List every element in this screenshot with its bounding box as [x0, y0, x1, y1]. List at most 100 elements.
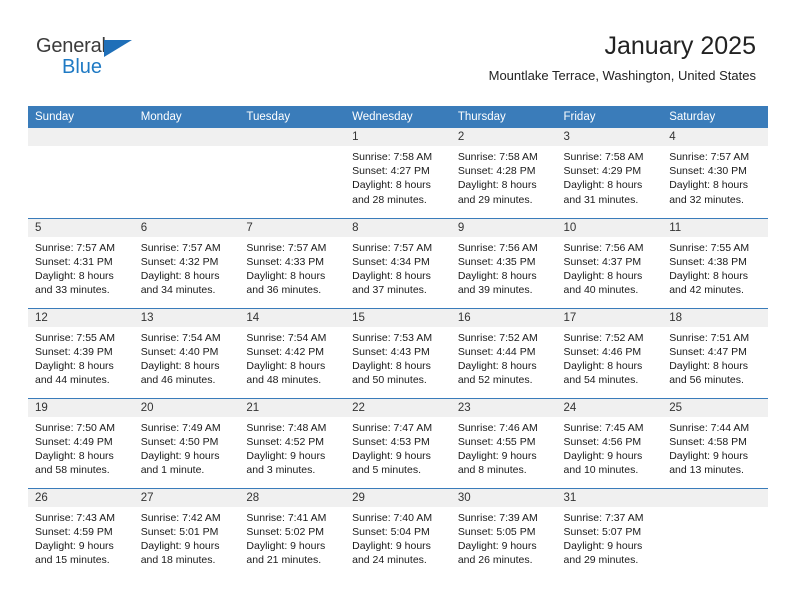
calendar-header-row: Sunday Monday Tuesday Wednesday Thursday…	[28, 106, 768, 128]
day-detail	[239, 146, 345, 150]
daylight-line-1: Daylight: 9 hours	[246, 539, 326, 552]
sunset-time: Sunset: 4:35 PM	[457, 255, 536, 268]
calendar-day-cell[interactable]: 14 Sunrise: 7:54 AM Sunset: 4:42 PM Dayligh…	[239, 307, 346, 398]
day-number: 27	[133, 488, 240, 507]
page-header: General Blue January 2025 Mountlake Terr…	[0, 0, 792, 83]
calendar-page: General Blue January 2025 Mountlake Terr…	[0, 0, 792, 612]
daylight-line-2: and 24 minutes.	[352, 554, 427, 567]
calendar-day-cell-empty	[662, 487, 768, 578]
daylight-line-1: Daylight: 8 hours	[669, 179, 749, 192]
calendar-day-cell[interactable]: 6 Sunrise: 7:57 AM Sunset: 4:32 PM Daylight…	[133, 217, 240, 308]
sunset-time: Sunset: 4:59 PM	[35, 525, 113, 538]
calendar-day-cell[interactable]: 17 Sunrise: 7:52 AM Sunset: 4:46 PM Dayligh…	[556, 307, 663, 398]
calendar-day-cell[interactable]: 26 Sunrise: 7:43 AM Sunset: 4:59 PM Dayligh…	[28, 487, 134, 578]
day-number: 4	[662, 128, 768, 146]
sunrise-time: Sunrise: 7:49 AM	[140, 421, 221, 434]
day-number: 13	[133, 308, 240, 327]
day-detail: Sunrise: 7:56 AM Sunset: 4:35 PM Daylight:…	[451, 237, 557, 298]
calendar-week-row: 12 Sunrise: 7:55 AM Sunset: 4:39 PM Dayligh…	[28, 307, 768, 398]
daylight-line-2: and 58 minutes.	[35, 464, 110, 477]
calendar-day-cell[interactable]: 10 Sunrise: 7:56 AM Sunset: 4:37 PM Dayligh…	[556, 217, 663, 308]
calendar-day-cell[interactable]: 5 Sunrise: 7:57 AM Sunset: 4:31 PM Daylight…	[28, 217, 134, 308]
weekday-header-friday: Friday	[556, 106, 663, 128]
calendar-day-cell[interactable]: 11 Sunrise: 7:55 AM Sunset: 4:38 PM Dayligh…	[662, 217, 768, 308]
calendar-day-cell-empty	[133, 128, 240, 218]
weekday-header-saturday: Saturday	[662, 106, 768, 128]
sunrise-time: Sunrise: 7:53 AM	[352, 331, 433, 344]
calendar-day-cell[interactable]: 13 Sunrise: 7:54 AM Sunset: 4:40 PM Dayligh…	[133, 307, 240, 398]
calendar-day-cell[interactable]: 19 Sunrise: 7:50 AM Sunset: 4:49 PM Dayligh…	[28, 397, 134, 488]
sunrise-time: Sunrise: 7:55 AM	[669, 241, 750, 254]
sunset-time: Sunset: 4:31 PM	[35, 255, 113, 268]
sunrise-time: Sunrise: 7:45 AM	[563, 421, 644, 434]
sunset-time: Sunset: 4:46 PM	[563, 345, 642, 358]
daylight-line-1: Daylight: 8 hours	[457, 359, 537, 372]
day-number: 31	[556, 488, 663, 507]
calendar-day-cell[interactable]: 28 Sunrise: 7:41 AM Sunset: 5:02 PM Dayligh…	[239, 487, 346, 578]
daylight-line-1: Daylight: 9 hours	[457, 449, 537, 462]
calendar-day-cell[interactable]: 31 Sunrise: 7:37 AM Sunset: 5:07 PM Dayligh…	[556, 487, 663, 578]
day-detail: Sunrise: 7:54 AM Sunset: 4:42 PM Daylight:…	[239, 327, 345, 388]
daylight-line-2: and 8 minutes.	[457, 464, 527, 477]
calendar-day-cell[interactable]: 23 Sunrise: 7:46 AM Sunset: 4:55 PM Dayligh…	[450, 397, 557, 488]
calendar-day-cell[interactable]: 8 Sunrise: 7:57 AM Sunset: 4:34 PM Daylight…	[345, 217, 451, 308]
day-number	[133, 128, 240, 146]
daylight-line-2: and 32 minutes.	[669, 193, 744, 206]
sunrise-time: Sunrise: 7:42 AM	[140, 511, 221, 524]
calendar-day-cell[interactable]: 12 Sunrise: 7:55 AM Sunset: 4:39 PM Dayligh…	[28, 307, 134, 398]
sunset-time: Sunset: 5:07 PM	[563, 525, 642, 538]
day-detail: Sunrise: 7:57 AM Sunset: 4:32 PM Daylight:…	[134, 237, 240, 298]
calendar-day-cell[interactable]: 20 Sunrise: 7:49 AM Sunset: 4:50 PM Dayligh…	[133, 397, 240, 488]
daylight-line-2: and 29 minutes.	[457, 193, 533, 206]
sunset-time: Sunset: 4:34 PM	[352, 255, 430, 268]
daylight-line-1: Daylight: 8 hours	[246, 269, 326, 282]
calendar-day-cell[interactable]: 7 Sunrise: 7:57 AM Sunset: 4:33 PM Daylight…	[239, 217, 346, 308]
calendar-day-cell[interactable]: 18 Sunrise: 7:51 AM Sunset: 4:47 PM Dayligh…	[662, 307, 768, 398]
calendar-day-cell[interactable]: 2 Sunrise: 7:58 AM Sunset: 4:28 PM Daylight…	[450, 128, 557, 218]
calendar-day-cell[interactable]: 1 Sunrise: 7:58 AM Sunset: 4:27 PM Daylight…	[345, 128, 451, 218]
daylight-line-1: Daylight: 8 hours	[457, 179, 537, 192]
calendar-day-cell[interactable]: 24 Sunrise: 7:45 AM Sunset: 4:56 PM Dayligh…	[556, 397, 663, 488]
day-number: 22	[345, 398, 451, 417]
day-number: 21	[239, 398, 346, 417]
calendar-week-row: 1 Sunrise: 7:58 AM Sunset: 4:27 PM Daylight…	[28, 128, 768, 218]
day-detail: Sunrise: 7:47 AM Sunset: 4:53 PM Daylight:…	[345, 417, 451, 478]
calendar-day-cell[interactable]: 22 Sunrise: 7:47 AM Sunset: 4:53 PM Dayligh…	[345, 397, 451, 488]
sunset-time: Sunset: 5:01 PM	[140, 525, 219, 538]
sunset-time: Sunset: 4:42 PM	[246, 345, 325, 358]
sunset-time: Sunset: 4:37 PM	[563, 255, 642, 268]
day-number: 5	[28, 218, 134, 237]
calendar-day-cell[interactable]: 3 Sunrise: 7:58 AM Sunset: 4:29 PM Daylight…	[556, 128, 663, 218]
calendar-day-cell[interactable]: 27 Sunrise: 7:42 AM Sunset: 5:01 PM Dayligh…	[133, 487, 240, 578]
calendar-day-cell[interactable]: 16 Sunrise: 7:52 AM Sunset: 4:44 PM Dayligh…	[450, 307, 557, 398]
day-detail: Sunrise: 7:57 AM Sunset: 4:31 PM Daylight:…	[28, 237, 134, 298]
calendar-day-cell[interactable]: 9 Sunrise: 7:56 AM Sunset: 4:35 PM Daylight…	[450, 217, 557, 308]
daylight-line-2: and 42 minutes.	[669, 284, 744, 297]
day-detail: Sunrise: 7:49 AM Sunset: 4:50 PM Daylight:…	[134, 417, 240, 478]
day-detail: Sunrise: 7:50 AM Sunset: 4:49 PM Daylight:…	[28, 417, 134, 478]
calendar-day-cell[interactable]: 4 Sunrise: 7:57 AM Sunset: 4:30 PM Daylight…	[662, 128, 768, 218]
sunset-time: Sunset: 4:55 PM	[457, 435, 536, 448]
daylight-line-1: Daylight: 9 hours	[669, 449, 749, 462]
day-detail: Sunrise: 7:46 AM Sunset: 4:55 PM Daylight:…	[451, 417, 557, 478]
logo-text-blue: Blue	[62, 56, 103, 78]
calendar-day-cell[interactable]: 25 Sunrise: 7:44 AM Sunset: 4:58 PM Dayligh…	[662, 397, 768, 488]
day-detail: Sunrise: 7:58 AM Sunset: 4:28 PM Daylight:…	[451, 146, 557, 207]
sunset-time: Sunset: 4:32 PM	[140, 255, 219, 268]
day-detail: Sunrise: 7:58 AM Sunset: 4:27 PM Daylight:…	[345, 146, 451, 207]
day-detail: Sunrise: 7:43 AM Sunset: 4:59 PM Daylight:…	[28, 507, 134, 568]
sunrise-time: Sunrise: 7:54 AM	[246, 331, 327, 344]
calendar-day-cell[interactable]: 15 Sunrise: 7:53 AM Sunset: 4:43 PM Dayligh…	[345, 307, 451, 398]
day-number: 3	[556, 128, 663, 146]
calendar-day-cell[interactable]: 30 Sunrise: 7:39 AM Sunset: 5:05 PM Dayligh…	[450, 487, 557, 578]
day-number: 16	[450, 308, 557, 327]
calendar-week-row: 26 Sunrise: 7:43 AM Sunset: 4:59 PM Dayligh…	[28, 487, 768, 578]
daylight-line-1: Daylight: 9 hours	[563, 449, 643, 462]
calendar-day-cell[interactable]: 29 Sunrise: 7:40 AM Sunset: 5:04 PM Dayligh…	[345, 487, 451, 578]
daylight-line-1: Daylight: 8 hours	[457, 269, 537, 282]
daylight-line-2: and 28 minutes.	[352, 193, 427, 206]
calendar-day-cell[interactable]: 21 Sunrise: 7:48 AM Sunset: 4:52 PM Dayligh…	[239, 397, 346, 488]
daylight-line-2: and 5 minutes.	[352, 464, 421, 477]
daylight-line-2: and 10 minutes.	[563, 464, 639, 477]
sunset-time: Sunset: 4:44 PM	[457, 345, 536, 358]
